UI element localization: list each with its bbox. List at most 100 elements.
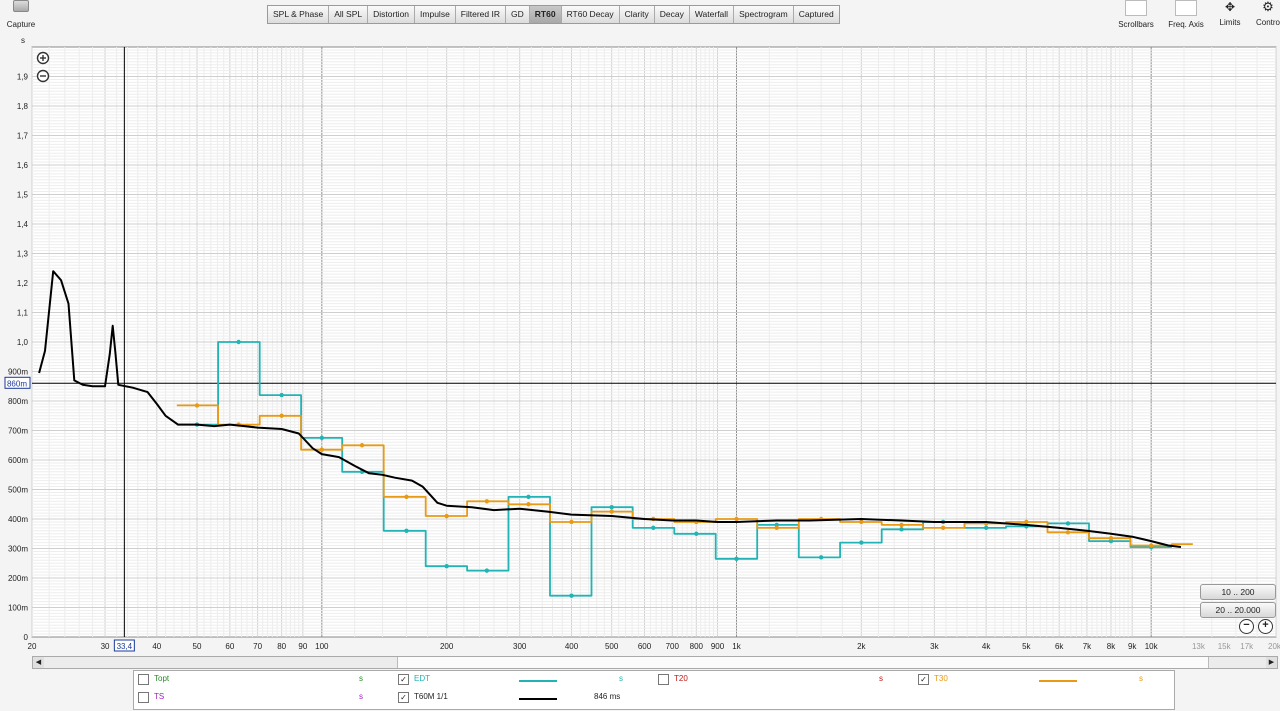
series-marker-edt bbox=[899, 527, 904, 532]
y-tick-label: 100m bbox=[8, 604, 28, 613]
series-marker-t30 bbox=[569, 519, 574, 525]
horizontal-scrollbar[interactable]: ◀ ▶ bbox=[32, 656, 1278, 669]
x-tick-label: 5k bbox=[1022, 642, 1031, 651]
checkbox-ts[interactable] bbox=[138, 692, 149, 703]
legend-name-t20: T20 bbox=[674, 674, 688, 683]
x-tick-label: 20 bbox=[28, 642, 37, 651]
tab-spl-phase[interactable]: SPL & Phase bbox=[268, 6, 330, 23]
tab-waterfall[interactable]: Waterfall bbox=[689, 6, 735, 23]
y-tick-label: 1,6 bbox=[17, 161, 29, 170]
x-tick-label: 600 bbox=[638, 642, 652, 651]
rt60-plot[interactable]: 0 100m 200m 300m 400m 500m 600m 700m 800m 900m 1,0… bbox=[0, 32, 1280, 654]
checkbox-t60m-1-1[interactable]: ✓ bbox=[398, 692, 409, 703]
legend-row: TS s ✓ T60M 1/1 846 ms bbox=[134, 689, 1174, 707]
series-marker-edt bbox=[404, 528, 409, 533]
range-button-10-200[interactable]: 10 .. 200 bbox=[1200, 584, 1276, 600]
tab-decay[interactable]: Decay bbox=[654, 6, 690, 23]
series-marker-edt bbox=[569, 593, 574, 598]
x-tick-label: 800 bbox=[690, 642, 704, 651]
checkbox-topt[interactable] bbox=[138, 674, 149, 685]
series-marker-t30 bbox=[940, 525, 946, 531]
tab-distortion[interactable]: Distortion bbox=[368, 6, 416, 23]
series-marker-edt bbox=[526, 494, 531, 500]
series-marker-t30 bbox=[359, 443, 365, 448]
y-tick-label: 1,7 bbox=[17, 132, 29, 141]
y-tick-label: 800m bbox=[8, 397, 28, 406]
limits-label: Limits bbox=[1219, 18, 1241, 27]
capture-button[interactable]: Capture bbox=[0, 0, 42, 32]
legend-unit-ts: s bbox=[359, 692, 363, 701]
tab-filtered-ir[interactable]: Filtered IR bbox=[455, 6, 507, 23]
zoom-out-x-icon[interactable]: − bbox=[1239, 619, 1254, 634]
range-button-20-20000[interactable]: 20 .. 20.000 bbox=[1200, 602, 1276, 618]
y-tick-label: 1,8 bbox=[17, 102, 29, 111]
tab-captured[interactable]: Captured bbox=[793, 6, 839, 23]
x-tick-label: 3k bbox=[930, 642, 939, 651]
series-marker-edt bbox=[694, 531, 699, 536]
x-tick-label: 90 bbox=[298, 642, 307, 651]
x-tick-label: 30 bbox=[101, 642, 110, 651]
controls-button[interactable]: ⚙ Contro bbox=[1248, 0, 1280, 27]
legend-unit-edt: s bbox=[619, 674, 623, 683]
tab-rt60-decay[interactable]: RT60 Decay bbox=[561, 6, 620, 23]
scroll-right-icon[interactable]: ▶ bbox=[1266, 657, 1277, 668]
legend-name-t60m-1-1: T60M 1/1 bbox=[414, 692, 448, 701]
legend-name-edt: EDT bbox=[414, 674, 430, 683]
y-tick-label: 600m bbox=[8, 456, 28, 465]
y-tick-label: 900m bbox=[8, 368, 28, 377]
scrollbars-button[interactable]: Scrollbars bbox=[1110, 0, 1162, 29]
x-tick-label: 17k bbox=[1240, 642, 1254, 651]
series-marker-edt bbox=[859, 540, 864, 545]
series-marker-t30 bbox=[484, 499, 490, 504]
checkbox-t20[interactable] bbox=[658, 674, 669, 685]
zoom-in-y-icon[interactable] bbox=[36, 51, 50, 65]
zoom-out-y-icon[interactable] bbox=[36, 69, 50, 83]
series-marker-t30 bbox=[859, 519, 864, 525]
x-tick-label: 13k bbox=[1192, 642, 1206, 651]
x-tick-label: 400 bbox=[565, 642, 579, 651]
scroll-left-icon[interactable]: ◀ bbox=[33, 657, 44, 668]
x-tick-label: 9k bbox=[1128, 642, 1137, 651]
series-marker-edt bbox=[983, 525, 989, 531]
x-tick-label: 40 bbox=[152, 642, 161, 651]
legend-panel: Topt s ✓ EDT s T20 s ✓ T30 s TS s ✓ T60M 1/1 846 ms bbox=[133, 670, 1175, 710]
x-tick-label: 100 bbox=[315, 642, 329, 651]
scroll-thumb[interactable] bbox=[397, 657, 1209, 668]
series-marker-edt bbox=[319, 435, 325, 441]
tab-rt60[interactable]: RT60 bbox=[529, 6, 562, 23]
y-tick-label: 1,3 bbox=[17, 250, 29, 259]
x-tick-label: 80 bbox=[277, 642, 286, 651]
x-tick-label: 1k bbox=[732, 642, 741, 651]
series-marker-t30 bbox=[404, 494, 409, 500]
x-tick-label: 300 bbox=[513, 642, 527, 651]
x-tick-label: 8k bbox=[1107, 642, 1116, 651]
x-tick-label: 10k bbox=[1145, 642, 1159, 651]
y-tick-label: 1,2 bbox=[17, 279, 29, 288]
series-marker-t30 bbox=[1065, 530, 1071, 535]
tab-spectrogram[interactable]: Spectrogram bbox=[734, 6, 794, 23]
x-tick-label: 20kHz bbox=[1268, 642, 1280, 651]
checkbox-t30[interactable]: ✓ bbox=[918, 674, 929, 685]
series-marker-t30 bbox=[194, 403, 200, 408]
checkbox-edt[interactable]: ✓ bbox=[398, 674, 409, 685]
tab-gd[interactable]: GD bbox=[506, 6, 530, 23]
x-tick-label: 200 bbox=[440, 642, 454, 651]
series-marker-t30 bbox=[279, 413, 284, 418]
y-tick-label: 1,0 bbox=[17, 338, 29, 347]
x-tick-label: 6k bbox=[1055, 642, 1064, 651]
tab-impulse[interactable]: Impulse bbox=[415, 6, 456, 23]
series-marker-edt bbox=[484, 568, 490, 573]
legend-swatch-t60m-1-1 bbox=[519, 698, 557, 700]
legend-unit-t20: s bbox=[879, 674, 883, 683]
series-marker-edt bbox=[818, 555, 824, 560]
tab-clarity[interactable]: Clarity bbox=[619, 6, 655, 23]
y-tick-label: 200m bbox=[8, 574, 28, 583]
tab-all-spl[interactable]: All SPL bbox=[329, 6, 369, 23]
cursor-y-readout: 860m bbox=[7, 379, 27, 388]
legend-row: Topt s ✓ EDT s T20 s ✓ T30 s bbox=[134, 671, 1174, 689]
zoom-in-x-icon[interactable]: + bbox=[1258, 619, 1273, 634]
series-marker-edt bbox=[279, 392, 284, 398]
camera-icon bbox=[13, 0, 29, 12]
legend-swatch-t30 bbox=[1039, 680, 1077, 682]
series-marker-edt bbox=[1065, 521, 1071, 526]
